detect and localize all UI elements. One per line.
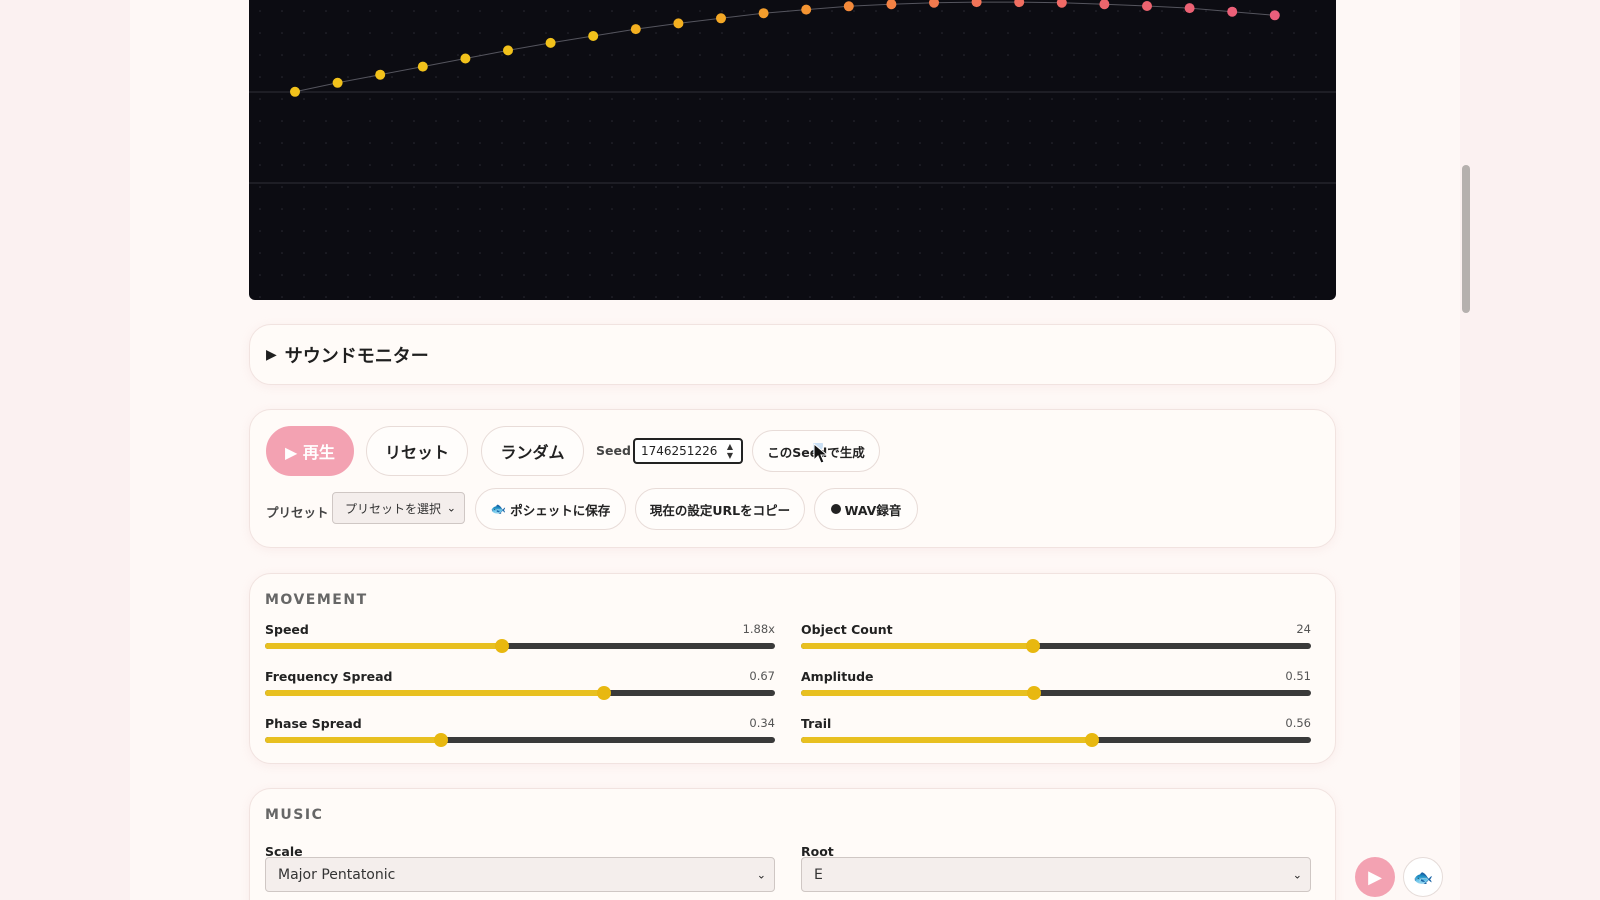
object-count-slider[interactable] — [801, 639, 1311, 653]
seed-input[interactable]: 1746251226 ▲ ▼ — [633, 438, 743, 464]
param-value-phase-spread: 0.34 — [749, 716, 775, 730]
phase-spread-slider[interactable] — [265, 733, 775, 747]
canvas-grid — [249, 0, 1336, 300]
scale-select-value: Major Pentatonic — [278, 866, 396, 883]
movement-section-title: MOVEMENT — [265, 592, 368, 608]
param-name-trail: Trail — [801, 716, 832, 731]
controls-panel: ▶ 再生 リセット ランダム Seed 1746251226 ▲▼ このSeed… — [249, 409, 1336, 548]
param-name-frequency-spread: Frequency Spread — [265, 669, 393, 684]
visualizer-dot — [375, 69, 386, 80]
trail-slider[interactable] — [801, 733, 1311, 747]
reset-button[interactable]: リセット — [366, 426, 468, 476]
visualizer-dot — [758, 8, 769, 19]
visualizer-dot — [1227, 6, 1238, 17]
play-icon: ▶ — [1368, 866, 1382, 888]
stepper-arrows-icon[interactable]: ▲ ▼ — [727, 442, 733, 460]
visualizer-dot — [332, 77, 343, 88]
chevron-down-icon: ⌄ — [446, 501, 456, 515]
visualizer-dot — [843, 1, 854, 12]
seed-label: Seed — [596, 443, 631, 458]
visualizer-dot — [1269, 10, 1280, 21]
random-button[interactable]: ランダム — [481, 426, 584, 476]
visualizer-dot — [1184, 3, 1195, 14]
frequency-spread-slider-fill — [265, 690, 605, 696]
phase-spread-slider-thumb[interactable] — [433, 733, 448, 747]
frequency-spread-slider[interactable] — [265, 686, 775, 700]
visualizer-dot — [716, 13, 726, 24]
param-name-phase-spread: Phase Spread — [265, 716, 362, 731]
speed-slider-fill — [265, 643, 503, 649]
save-pochette-label: ポシェットに保存 — [510, 502, 611, 518]
music-panel: MUSIC Scale Major Pentatonic ⌄ Root E ⌄ — [249, 788, 1336, 900]
visualizer-dot — [417, 61, 428, 72]
scale-select[interactable]: Major Pentatonic ⌄ — [265, 857, 775, 892]
page-scrollbar-thumb[interactable] — [1462, 165, 1470, 313]
seed-value: 1746251226 — [641, 444, 718, 458]
param-value-trail: 0.56 — [1285, 716, 1311, 730]
param-value-frequency-spread: 0.67 — [749, 669, 775, 683]
chevron-down-icon: ⌄ — [756, 868, 766, 881]
play-button[interactable]: ▶ 再生 — [266, 426, 354, 476]
visualizer-dot — [630, 24, 641, 35]
visualizer-canvas[interactable] — [249, 0, 1336, 300]
param-name-speed: Speed — [265, 622, 309, 637]
copy-settings-url-button[interactable]: 現在の設定URLをコピー — [635, 488, 805, 530]
chevron-down-icon: ⌄ — [1292, 868, 1302, 881]
floating-pochette-button[interactable]: 🐟 — [1403, 857, 1443, 897]
visualizer-dot — [588, 31, 599, 41]
movement-panel: MOVEMENT Speed 1.88x Frequency Spread 0.… — [249, 573, 1336, 764]
phase-spread-slider-fill — [265, 737, 441, 743]
speed-slider-thumb[interactable] — [495, 639, 510, 653]
fish-icon: 🐟 — [1413, 867, 1433, 887]
preset-select[interactable]: プリセットを選択 ⌄ — [332, 492, 465, 524]
visualizer-dot — [290, 86, 300, 97]
mouse-cursor-icon — [813, 443, 829, 464]
visualizer-dot — [503, 45, 513, 56]
param-name-object-count: Object Count — [801, 622, 893, 637]
speed-slider[interactable] — [265, 639, 775, 653]
record-dot-icon — [830, 504, 841, 514]
visualizer-dot — [545, 37, 556, 48]
fish-icon: 🐟 — [490, 501, 507, 516]
param-value-object-count: 24 — [1296, 622, 1311, 636]
object-count-slider-fill — [801, 643, 1034, 649]
sound-monitor-title[interactable]: サウンドモニター — [285, 342, 429, 368]
music-section-title: MUSIC — [265, 807, 324, 823]
param-name-amplitude: Amplitude — [801, 669, 874, 684]
visualizer-dot — [460, 53, 471, 64]
amplitude-slider-fill — [801, 690, 1035, 696]
expand-triangle-icon[interactable]: ▶ — [266, 347, 277, 363]
wav-record-label: WAV録音 — [844, 502, 902, 518]
visualizer-dot — [801, 4, 812, 15]
save-to-pochette-button[interactable]: 🐟 ポシェットに保存 — [475, 488, 626, 530]
preset-label: プリセット — [266, 505, 329, 520]
object-count-slider-thumb[interactable] — [1026, 639, 1041, 653]
sound-monitor-panel[interactable]: ▶ サウンドモニター — [249, 324, 1336, 385]
amplitude-slider[interactable] — [801, 686, 1311, 700]
visualizer-dot — [673, 18, 684, 29]
root-select-value: E — [814, 866, 823, 883]
floating-play-button[interactable]: ▶ — [1355, 857, 1395, 897]
trail-slider-thumb[interactable] — [1084, 733, 1099, 747]
wav-record-button[interactable]: WAV録音 — [814, 488, 918, 530]
trail-slider-fill — [801, 737, 1092, 743]
root-select[interactable]: E ⌄ — [801, 857, 1311, 892]
preset-select-value: プリセットを選択 — [345, 501, 442, 516]
amplitude-slider-thumb[interactable] — [1027, 686, 1042, 700]
visualizer-dot — [1142, 1, 1152, 11]
visualizer-svg — [249, 0, 1336, 300]
param-value-amplitude: 0.51 — [1285, 669, 1311, 683]
frequency-spread-slider-thumb[interactable] — [597, 686, 612, 700]
param-value-speed: 1.88x — [742, 622, 775, 636]
